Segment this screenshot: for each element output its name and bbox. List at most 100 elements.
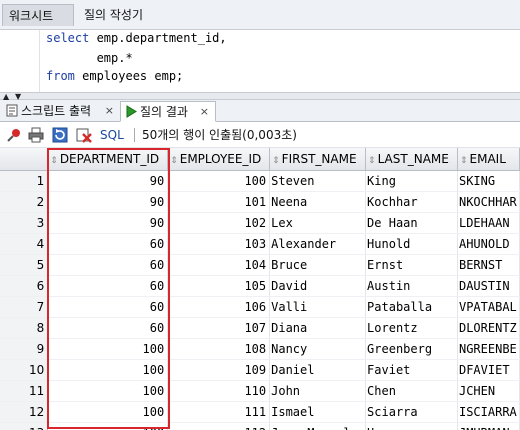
email-cell[interactable]: JMURMAN <box>457 422 520 430</box>
last-name-cell[interactable]: Chen <box>365 380 458 402</box>
first-name-cell[interactable]: Ismael <box>269 401 367 423</box>
employee-id-cell[interactable]: 112 <box>167 422 271 430</box>
email-cell[interactable]: JCHEN <box>457 380 520 402</box>
department-id-cell[interactable]: 60 <box>47 296 169 318</box>
first-name-cell[interactable]: John <box>269 380 367 402</box>
column-header-last-name[interactable]: ⇕ LAST_NAME <box>365 148 458 171</box>
close-icon[interactable]: × <box>105 101 114 121</box>
last-name-cell[interactable]: Greenberg <box>365 338 458 360</box>
email-cell[interactable]: NGREENBE <box>457 338 520 360</box>
column-header-employee-id[interactable]: ⇕ EMPLOYEE_ID <box>167 148 271 171</box>
last-name-cell[interactable]: King <box>365 170 458 192</box>
pin-icon[interactable] <box>6 127 22 143</box>
last-name-cell[interactable]: Pataballa <box>365 296 458 318</box>
email-cell[interactable]: AHUNOLD <box>457 233 520 255</box>
collapse-up-icon[interactable]: ▲ <box>3 93 9 101</box>
row-number-cell[interactable]: 4 <box>0 233 49 255</box>
table-row[interactable]: 7 60 106 Valli Pataballa VPATABAL <box>0 296 520 318</box>
employee-id-cell[interactable]: 106 <box>167 296 271 318</box>
first-name-cell[interactable]: Valli <box>269 296 367 318</box>
row-number-cell[interactable]: 5 <box>0 254 49 276</box>
tab-worksheet[interactable]: 워크시트 <box>2 4 74 26</box>
tab-query-builder[interactable]: 질의 작성기 <box>78 4 158 26</box>
employee-id-cell[interactable]: 108 <box>167 338 271 360</box>
department-id-cell[interactable]: 90 <box>47 212 169 234</box>
first-name-cell[interactable]: Jose Manuel <box>269 422 367 430</box>
email-cell[interactable]: DLORENTZ <box>457 317 520 339</box>
first-name-cell[interactable]: Bruce <box>269 254 367 276</box>
refresh-icon[interactable] <box>52 127 68 143</box>
pane-splitter[interactable]: ▲ ▼ <box>0 92 520 101</box>
department-id-cell[interactable]: 100 <box>47 422 169 430</box>
first-name-cell[interactable]: Steven <box>269 170 367 192</box>
table-row[interactable]: 2 90 101 Neena Kochhar NKOCHHAR <box>0 191 520 213</box>
email-cell[interactable]: NKOCHHAR <box>457 191 520 213</box>
last-name-cell[interactable]: Urman <box>365 422 458 430</box>
first-name-cell[interactable]: Nancy <box>269 338 367 360</box>
first-name-cell[interactable]: Neena <box>269 191 367 213</box>
employee-id-cell[interactable]: 104 <box>167 254 271 276</box>
row-number-cell[interactable]: 9 <box>0 338 49 360</box>
table-row[interactable]: 11 100 110 John Chen JCHEN <box>0 380 520 402</box>
close-icon[interactable]: × <box>200 102 209 122</box>
email-cell[interactable]: BERNST <box>457 254 520 276</box>
tab-script-output[interactable]: 스크립트 출력 × <box>2 101 120 122</box>
print-icon[interactable] <box>28 127 44 143</box>
first-name-cell[interactable]: Alexander <box>269 233 367 255</box>
email-cell[interactable]: DAUSTIN <box>457 275 520 297</box>
table-row[interactable]: 5 60 104 Bruce Ernst BERNST <box>0 254 520 276</box>
employee-id-cell[interactable]: 103 <box>167 233 271 255</box>
table-row[interactable]: 9 100 108 Nancy Greenberg NGREENBE <box>0 338 520 360</box>
department-id-cell[interactable]: 60 <box>47 317 169 339</box>
column-header-first-name[interactable]: ⇕ FIRST_NAME <box>269 148 367 171</box>
department-id-cell[interactable]: 90 <box>47 191 169 213</box>
collapse-down-icon[interactable]: ▼ <box>15 93 21 101</box>
first-name-cell[interactable]: David <box>269 275 367 297</box>
employee-id-cell[interactable]: 100 <box>167 170 271 192</box>
table-row[interactable]: 4 60 103 Alexander Hunold AHUNOLD <box>0 233 520 255</box>
row-number-cell[interactable]: 10 <box>0 359 49 381</box>
email-cell[interactable]: ISCIARRA <box>457 401 520 423</box>
table-row[interactable]: 1 90 100 Steven King SKING <box>0 170 520 192</box>
row-number-cell[interactable]: 6 <box>0 275 49 297</box>
department-id-cell[interactable]: 60 <box>47 233 169 255</box>
clear-icon[interactable] <box>76 127 92 143</box>
last-name-cell[interactable]: Kochhar <box>365 191 458 213</box>
employee-id-cell[interactable]: 109 <box>167 359 271 381</box>
employee-id-cell[interactable]: 102 <box>167 212 271 234</box>
column-header-email[interactable]: ⇕ EMAIL <box>457 148 520 171</box>
last-name-cell[interactable]: Ernst <box>365 254 458 276</box>
row-number-cell[interactable]: 7 <box>0 296 49 318</box>
column-header-department-id[interactable]: ⇕ DEPARTMENT_ID <box>47 148 169 171</box>
department-id-cell[interactable]: 100 <box>47 338 169 360</box>
employee-id-cell[interactable]: 105 <box>167 275 271 297</box>
table-row[interactable]: 10 100 109 Daniel Faviet DFAVIET <box>0 359 520 381</box>
email-cell[interactable]: DFAVIET <box>457 359 520 381</box>
email-cell[interactable]: VPATABAL <box>457 296 520 318</box>
department-id-cell[interactable]: 100 <box>47 359 169 381</box>
email-cell[interactable]: LDEHAAN <box>457 212 520 234</box>
department-id-cell[interactable]: 60 <box>47 275 169 297</box>
email-cell[interactable]: SKING <box>457 170 520 192</box>
row-number-cell[interactable]: 1 <box>0 170 49 192</box>
first-name-cell[interactable]: Daniel <box>269 359 367 381</box>
department-id-cell[interactable]: 90 <box>47 170 169 192</box>
department-id-cell[interactable]: 60 <box>47 254 169 276</box>
table-row[interactable]: 3 90 102 Lex De Haan LDEHAAN <box>0 212 520 234</box>
last-name-cell[interactable]: Hunold <box>365 233 458 255</box>
sql-button[interactable]: SQL <box>100 126 124 144</box>
department-id-cell[interactable]: 100 <box>47 380 169 402</box>
table-row[interactable]: 6 60 105 David Austin DAUSTIN <box>0 275 520 297</box>
employee-id-cell[interactable]: 107 <box>167 317 271 339</box>
first-name-cell[interactable]: Diana <box>269 317 367 339</box>
last-name-cell[interactable]: Sciarra <box>365 401 458 423</box>
last-name-cell[interactable]: Faviet <box>365 359 458 381</box>
sql-editor[interactable]: select emp.department_id, emp.* from emp… <box>0 30 520 92</box>
last-name-cell[interactable]: Lorentz <box>365 317 458 339</box>
last-name-cell[interactable]: De Haan <box>365 212 458 234</box>
first-name-cell[interactable]: Lex <box>269 212 367 234</box>
department-id-cell[interactable]: 100 <box>47 401 169 423</box>
row-number-cell[interactable]: 13 <box>0 422 49 430</box>
row-number-cell[interactable]: 3 <box>0 212 49 234</box>
table-row[interactable]: 12 100 111 Ismael Sciarra ISCIARRA <box>0 401 520 423</box>
